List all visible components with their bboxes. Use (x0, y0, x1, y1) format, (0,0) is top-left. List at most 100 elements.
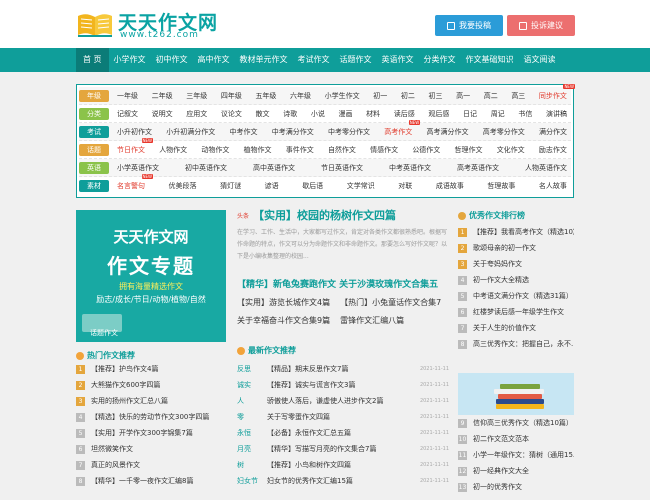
submit-button[interactable]: 我要投稿 (435, 15, 503, 36)
latest-row[interactable]: 零关于写零蛋作文四篇 2021-11-11 (237, 409, 449, 425)
category-link[interactable]: 名言警句 NEW (117, 174, 153, 191)
latest-category[interactable]: 反思 (237, 364, 267, 374)
list-item[interactable]: 9 信仰高三优秀作文（精选10篇） (458, 415, 574, 431)
category-link[interactable]: 高考英语作文 (457, 163, 499, 173)
latest-category[interactable]: 诚实 (237, 380, 267, 390)
list-item[interactable]: 13 初一的优秀作文 (458, 479, 574, 495)
category-link[interactable]: 自然作文 (328, 145, 356, 155)
category-link[interactable]: 优美段落 (169, 181, 197, 191)
featured-link[interactable]: 【实用】游览长城作文4篇 (237, 297, 330, 308)
latest-category[interactable]: 妇女节 (237, 476, 267, 486)
topic-banner[interactable]: 天天作文网 作文专题 拥有海量精选作文 励志/成长/节日/动物/植物/自然 话题… (76, 210, 226, 342)
category-link[interactable]: 猜灯谜 (220, 181, 241, 191)
nav-item[interactable]: 初中作文 (151, 48, 193, 72)
latest-row[interactable]: 永恒 【必备】永恒作文汇总五篇 2021-11-11 (237, 425, 449, 441)
category-link[interactable]: 初三 (428, 91, 442, 101)
category-link[interactable]: 励志作文 (539, 145, 567, 155)
nav-home[interactable]: 首 页 (76, 48, 109, 72)
category-link[interactable]: 人物英语作文 (525, 163, 567, 173)
featured-link[interactable]: 关于幸福奋斗作文合集9篇 (237, 315, 330, 326)
list-item[interactable]: 8 高三优秀作文：把握自己，永不... (458, 336, 574, 352)
category-link[interactable]: 歇后语 (302, 181, 323, 191)
list-item[interactable]: 8 【精华】一千零一夜作文汇编8篇 (76, 473, 226, 489)
category-link[interactable]: 文化作文 (497, 145, 525, 155)
latest-category[interactable]: 月亮 (237, 444, 267, 454)
list-item[interactable]: 1 【推荐】我看高考作文（精选10篇） (458, 224, 574, 240)
category-link[interactable]: 日记 (463, 109, 477, 119)
category-link[interactable]: 演讲稿 (546, 109, 567, 119)
category-link[interactable]: 高中英语作文 (253, 163, 295, 173)
category-link[interactable]: 说明文 (152, 109, 173, 119)
site-logo[interactable]: 天天作文网 www.t262.com (76, 8, 226, 42)
list-item[interactable]: 4 【精选】快乐的劳动节作文300字四篇 (76, 409, 226, 425)
latest-category[interactable]: 零 (237, 412, 267, 422)
list-item[interactable]: 3 关于夸妈妈作文 (458, 256, 574, 272)
category-link[interactable]: 成语故事 (436, 181, 464, 191)
latest-row[interactable]: 树【推荐】小鸟和树作文四篇 2021-11-11 (237, 457, 449, 473)
list-item[interactable]: 2 大熊猫作文600字四篇 (76, 377, 226, 393)
category-link[interactable]: 议论文 (221, 109, 242, 119)
category-link[interactable]: 初二 (401, 91, 415, 101)
featured-title[interactable]: 【精华】新龟兔赛跑作文 关于沙漠玫瑰作文合集五 (237, 277, 449, 290)
category-link[interactable]: 初中英语作文 (185, 163, 227, 173)
latest-row[interactable]: 妇女节 妇女节的优秀作文汇编15篇 2021-11-11 (237, 473, 449, 489)
nav-item[interactable]: 考试作文 (293, 48, 335, 72)
featured-link[interactable]: 【热门】小兔童话作文合集7 (340, 297, 441, 308)
list-item[interactable]: 11 小学一年级作文：猜树（通用15... (458, 447, 574, 463)
category-link[interactable]: 满分作文 (539, 127, 567, 137)
list-item[interactable]: 10 初二作文范文范本 (458, 431, 574, 447)
category-link[interactable]: 记叙文 (117, 109, 138, 119)
list-item[interactable]: 5 【实用】开学作文300字锦集7篇 (76, 425, 226, 441)
latest-row[interactable]: 反思 【精品】期末反思作文7篇 2021-11-11 (237, 361, 449, 377)
category-link[interactable]: 名人故事 (539, 181, 567, 191)
category-link[interactable]: 情感作文 (370, 145, 398, 155)
list-item[interactable]: 2 歌颂母亲的初一作文 (458, 240, 574, 256)
category-link[interactable]: 散文 (256, 109, 270, 119)
category-link[interactable]: 哲理故事 (487, 181, 515, 191)
latest-category[interactable]: 树 (237, 460, 267, 470)
headline[interactable]: 头条 【实用】校园的杨树作文四篇 (237, 207, 396, 223)
category-link[interactable]: 中考零分作文 (328, 127, 370, 137)
category-link[interactable]: 初一 (373, 91, 387, 101)
list-item[interactable]: 3 实用的扬州作文汇总八篇 (76, 393, 226, 409)
category-link[interactable]: 事件作文 (286, 145, 314, 155)
category-link[interactable]: 小说 (311, 109, 325, 119)
list-item[interactable]: 5 中考语文满分作文（精选31篇） (458, 288, 574, 304)
nav-item[interactable]: 分类作文 (419, 48, 461, 72)
nav-item[interactable]: 英语作文 (377, 48, 419, 72)
nav-item[interactable]: 高中作文 (193, 48, 235, 72)
category-link[interactable]: 高一 (456, 91, 470, 101)
category-link[interactable]: 对联 (398, 181, 412, 191)
list-item[interactable]: 12 初一经典作文大全 (458, 463, 574, 479)
category-link[interactable]: 书信 (518, 109, 532, 119)
category-link[interactable]: 六年级 (290, 91, 311, 101)
category-link[interactable]: 高三 (511, 91, 525, 101)
feedback-button[interactable]: 投诉建议 (507, 15, 575, 36)
category-link[interactable]: 小升初作文 (117, 127, 152, 137)
latest-category[interactable]: 人 (237, 396, 267, 406)
category-link[interactable]: 中考满分作文 (272, 127, 314, 137)
nav-item[interactable]: 小学作文 (109, 48, 151, 72)
latest-row[interactable]: 诚实 【推荐】诚实与谎言作文3篇 2021-11-11 (237, 377, 449, 393)
category-link[interactable]: 小学生作文 (325, 91, 360, 101)
latest-category[interactable]: 永恒 (237, 428, 267, 438)
category-link[interactable]: 诗歌 (283, 109, 297, 119)
category-link[interactable]: 节日英语作文 (321, 163, 363, 173)
category-link[interactable]: 同步作文 NEW (539, 83, 575, 101)
category-link[interactable]: 应用文 (186, 109, 207, 119)
latest-row[interactable]: 人骄傲使人落后，谦虚使人进步作文2篇 2021-11-11 (237, 393, 449, 409)
category-link[interactable]: 周记 (491, 109, 505, 119)
category-link[interactable]: 二年级 (152, 91, 173, 101)
category-link[interactable]: 谚语 (265, 181, 279, 191)
list-item[interactable]: 1 【推荐】护鸟作文4篇 (76, 361, 226, 377)
category-link[interactable]: 中考作文 (230, 127, 258, 137)
category-link[interactable]: 高考满分作文 (427, 127, 469, 137)
category-link[interactable]: 观后感 (428, 109, 449, 119)
category-link[interactable]: 小升初满分作文 (166, 127, 215, 137)
category-link[interactable]: 节日作文 NEW (117, 137, 153, 155)
category-link[interactable]: 人物作文 (159, 145, 187, 155)
list-item[interactable]: 4 初一作文大全精选 (458, 272, 574, 288)
category-link[interactable]: 哲理作文 (455, 145, 483, 155)
category-link[interactable]: 中考英语作文 (389, 163, 431, 173)
list-item[interactable]: 6 红楼梦读后感一年级学生作文 (458, 304, 574, 320)
